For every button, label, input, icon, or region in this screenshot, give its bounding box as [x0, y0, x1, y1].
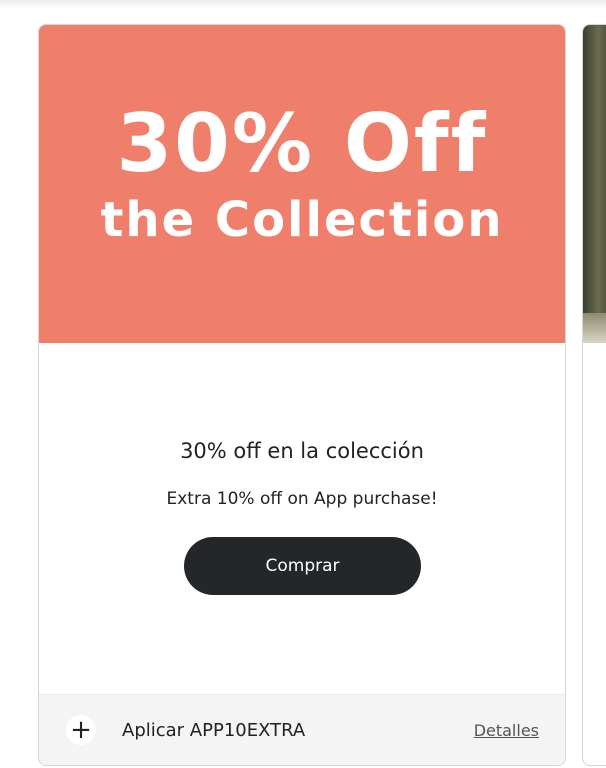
promo-card[interactable]: 30% Off the Collection 30% off en la col… — [38, 24, 566, 766]
top-divider — [0, 0, 606, 8]
coupon-footer: + Aplicar APP10EXTRA Detalles — [39, 694, 565, 765]
banner-subheadline: the Collection — [100, 192, 504, 248]
banner-headline: 30% Off — [116, 97, 488, 190]
offer-title: 30% off en la colección — [180, 439, 424, 463]
offer-subtitle: Extra 10% off on App purchase! — [166, 489, 438, 509]
next-card-image — [583, 25, 606, 343]
details-link[interactable]: Detalles — [474, 721, 539, 740]
buy-button[interactable]: Comprar — [184, 537, 421, 595]
next-promo-card[interactable] — [582, 24, 606, 766]
promo-content: 30% off en la colección Extra 10% off on… — [39, 343, 565, 695]
plus-icon[interactable]: + — [66, 715, 96, 745]
promo-banner[interactable]: 30% Off the Collection — [39, 25, 565, 343]
apply-coupon-label[interactable]: Aplicar APP10EXTRA — [122, 720, 305, 741]
